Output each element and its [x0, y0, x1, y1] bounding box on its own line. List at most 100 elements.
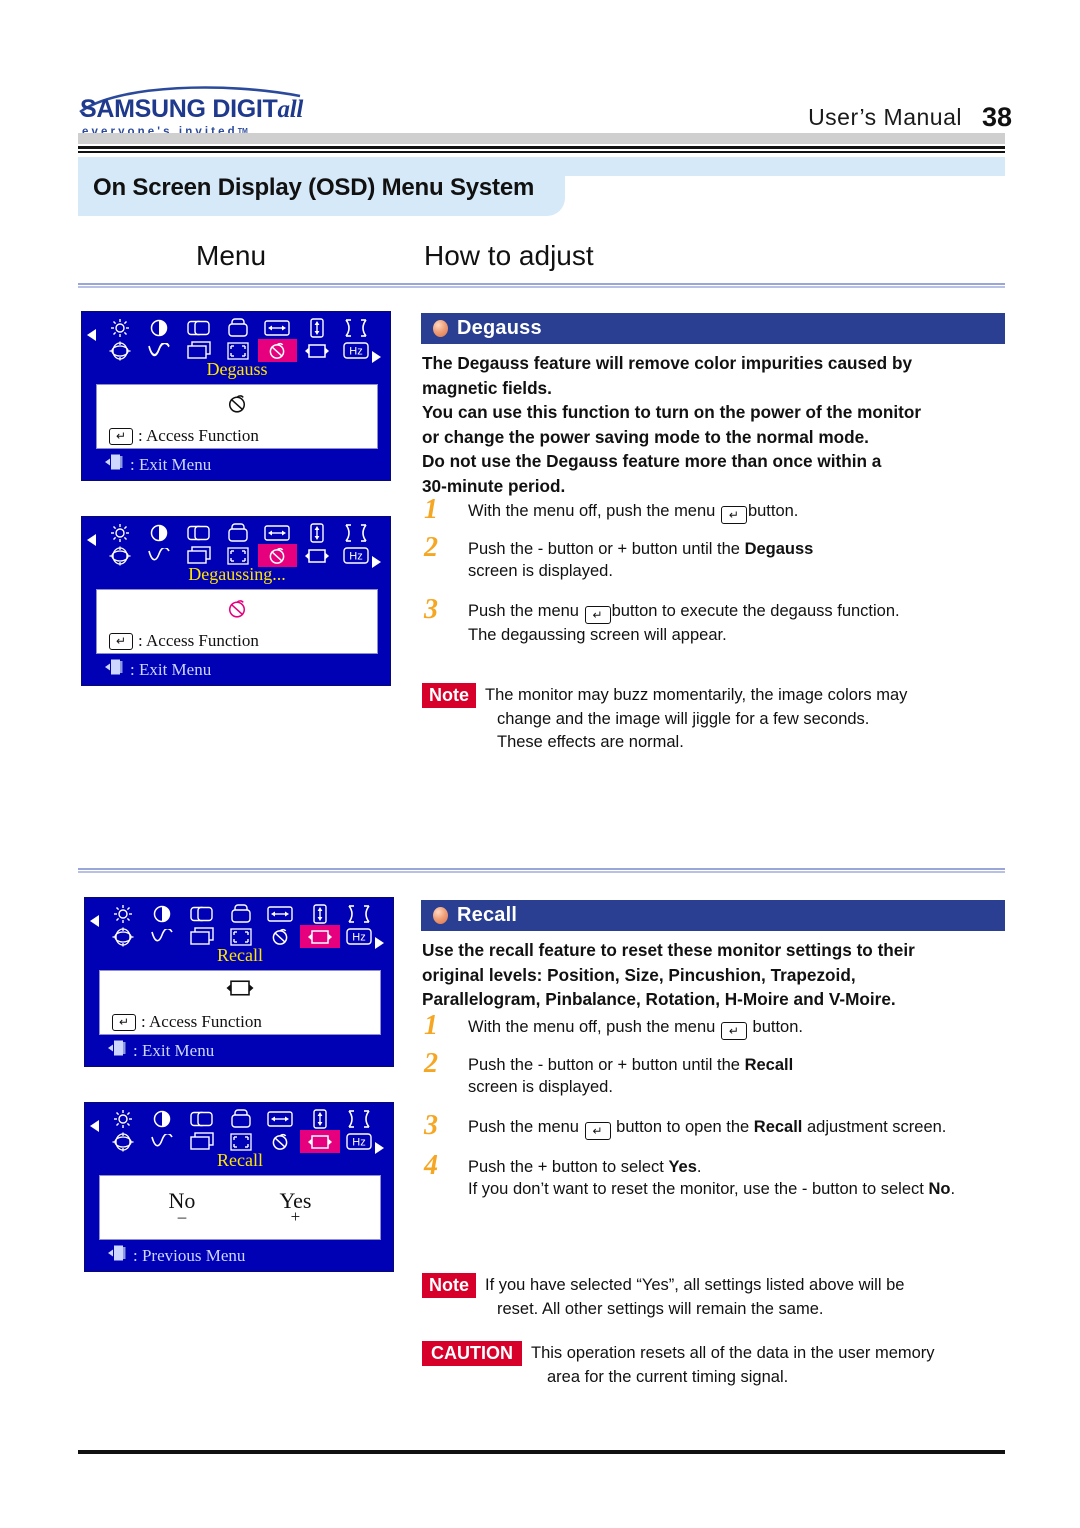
brightness-icon[interactable]: [103, 902, 142, 925]
osd-panel-degaussing-progress: Hz Degaussing... ↵ : Access Function : E…: [81, 516, 391, 686]
enter-key-icon: ↵: [109, 632, 133, 650]
step-number: 1: [424, 494, 438, 525]
recall-options: No – Yes +: [100, 1188, 380, 1226]
h-position-icon[interactable]: [179, 316, 218, 339]
step-number: 3: [424, 1110, 438, 1141]
recall-option-no[interactable]: No –: [169, 1188, 196, 1226]
header-rule-lower: [78, 151, 1005, 153]
v-size-icon[interactable]: [300, 902, 339, 925]
contrast-icon[interactable]: [142, 902, 181, 925]
page-number: 38: [981, 102, 1012, 132]
recall-steps: 1 With the menu off, push the menu ↵ but…: [422, 1012, 1012, 1214]
v-size-icon[interactable]: [297, 316, 336, 339]
step-text-part: button to execute the degauss function.: [611, 602, 900, 620]
scroll-left-icon[interactable]: [87, 533, 98, 551]
degauss-lead-text: The Degauss feature will remove color im…: [422, 351, 1012, 498]
v-position-icon[interactable]: [218, 316, 257, 339]
section-title-recall: Recall: [457, 904, 518, 926]
step-item: 2 Push the - button or + button until th…: [422, 1050, 1012, 1098]
step-text-line2: The degaussing screen will appear.: [468, 626, 727, 644]
note-row: Note The monitor may buzz momentarily, t…: [422, 683, 1012, 708]
lead-line: Do not use the Degauss feature more than…: [422, 451, 882, 471]
logo-wordmark-italic: all: [277, 96, 304, 123]
h-size-icon[interactable]: [258, 316, 297, 339]
scroll-left-icon[interactable]: [87, 328, 98, 346]
osd-icon-grid: Hz: [100, 316, 376, 362]
scroll-left-icon[interactable]: [90, 1119, 101, 1137]
contrast-icon[interactable]: [139, 521, 178, 544]
step-text-bold: No: [928, 1180, 951, 1198]
step-text: Push the - button or + button until the …: [468, 538, 1012, 582]
h-size-icon[interactable]: [261, 1107, 300, 1130]
osd-icon-bar: Hz: [82, 517, 392, 568]
caution-tag: CAUTION: [422, 1341, 522, 1366]
contrast-icon[interactable]: [142, 1107, 181, 1130]
osd-exit-hint: : Exit Menu: [107, 1039, 214, 1062]
step-text-part: With the menu off, push the menu: [468, 502, 720, 520]
scroll-left-icon[interactable]: [90, 914, 101, 932]
column-heading-how-to-adjust: How to adjust: [424, 240, 594, 271]
v-position-icon[interactable]: [221, 1107, 260, 1130]
note-row: Note If you have selected “Yes”, all set…: [422, 1273, 1012, 1298]
lead-line: The Degauss feature will remove color im…: [422, 353, 913, 373]
brightness-icon[interactable]: [103, 1107, 142, 1130]
step-text: With the menu off, push the menu ↵ button…: [468, 500, 1012, 524]
step-text: Push the menu ↵ button to open the Recal…: [468, 1116, 1012, 1140]
step-text-part: Push the + button to select: [468, 1158, 669, 1176]
osd-title: Degauss: [206, 359, 268, 379]
step-text-bold: Degauss: [744, 540, 814, 558]
manual-label: User’s Manual: [808, 104, 962, 130]
section-header-recall: Recall: [421, 900, 1005, 931]
lead-line: You can use this function to turn on the…: [422, 402, 922, 422]
recall-note: Note If you have selected “Yes”, all set…: [422, 1273, 1012, 1321]
recall-icon: [100, 979, 380, 997]
note-line: If you have selected “Yes”, all settings…: [485, 1276, 905, 1294]
osd-access-label: : Access Function: [141, 1012, 262, 1031]
h-size-icon[interactable]: [261, 902, 300, 925]
step-text: Push the + button to select Yes. If you …: [468, 1156, 1012, 1200]
svg-text:Hz: Hz: [350, 346, 363, 358]
step-text-part: Push the menu: [468, 602, 584, 620]
page-title: On Screen Display (OSD) Menu System: [93, 174, 535, 201]
osd-panel-recall-menu: Hz Recall ↵ : Access Function : Exit Men…: [84, 897, 394, 1067]
osd-icon-bar: Hz: [85, 1103, 395, 1154]
lead-line: Parallelogram, Pinbalance, Rotation, H-M…: [422, 989, 896, 1009]
svg-text:Hz: Hz: [353, 1137, 366, 1149]
osd-exit-hint: : Exit Menu: [104, 453, 211, 476]
step-text-part: Push the menu: [468, 1118, 584, 1136]
step-text-part: .: [696, 1158, 702, 1176]
pincushion-icon[interactable]: [340, 902, 379, 925]
brightness-icon[interactable]: [100, 316, 139, 339]
osd-body: ↵ : Access Function: [96, 589, 378, 654]
v-position-icon[interactable]: [218, 521, 257, 544]
pincushion-icon[interactable]: [337, 521, 376, 544]
pincushion-icon[interactable]: [337, 316, 376, 339]
recall-caution: CAUTION This operation resets all of the…: [422, 1341, 1012, 1389]
page-header: SAMSUNG DIGITall everyone's invitedTM Us…: [0, 0, 1080, 153]
h-position-icon[interactable]: [182, 902, 221, 925]
note-line: change and the image will jiggle for a f…: [497, 710, 870, 728]
osd-access-hint: ↵ : Access Function: [112, 1012, 262, 1032]
lead-line: 30-minute period.: [422, 475, 566, 496]
step-item: 3 Push the menu ↵ button to execute the d…: [422, 596, 1012, 646]
brightness-icon[interactable]: [100, 521, 139, 544]
step-item: 1 With the menu off, push the menu ↵ but…: [422, 1012, 1012, 1040]
recall-option-yes[interactable]: Yes +: [279, 1188, 311, 1226]
step-number: 2: [424, 1048, 438, 1079]
osd-previous-hint: : Previous Menu: [107, 1244, 245, 1267]
v-size-icon[interactable]: [297, 521, 336, 544]
step-text-line2: screen is displayed.: [468, 562, 613, 580]
step-item: 3 Push the menu ↵ button to open the Rec…: [422, 1112, 1012, 1140]
h-position-icon[interactable]: [182, 1107, 221, 1130]
recall-lead-text: Use the recall feature to reset these mo…: [422, 938, 1012, 1012]
osd-access-hint: ↵ : Access Function: [109, 631, 259, 651]
v-position-icon[interactable]: [221, 902, 260, 925]
note-line: These effects are normal.: [497, 733, 684, 751]
pincushion-icon[interactable]: [340, 1107, 379, 1130]
h-position-icon[interactable]: [179, 521, 218, 544]
v-size-icon[interactable]: [300, 1107, 339, 1130]
osd-body: ↵ : Access Function: [99, 970, 381, 1035]
page-bottom-rule: [78, 1450, 1005, 1454]
h-size-icon[interactable]: [258, 521, 297, 544]
contrast-icon[interactable]: [139, 316, 178, 339]
